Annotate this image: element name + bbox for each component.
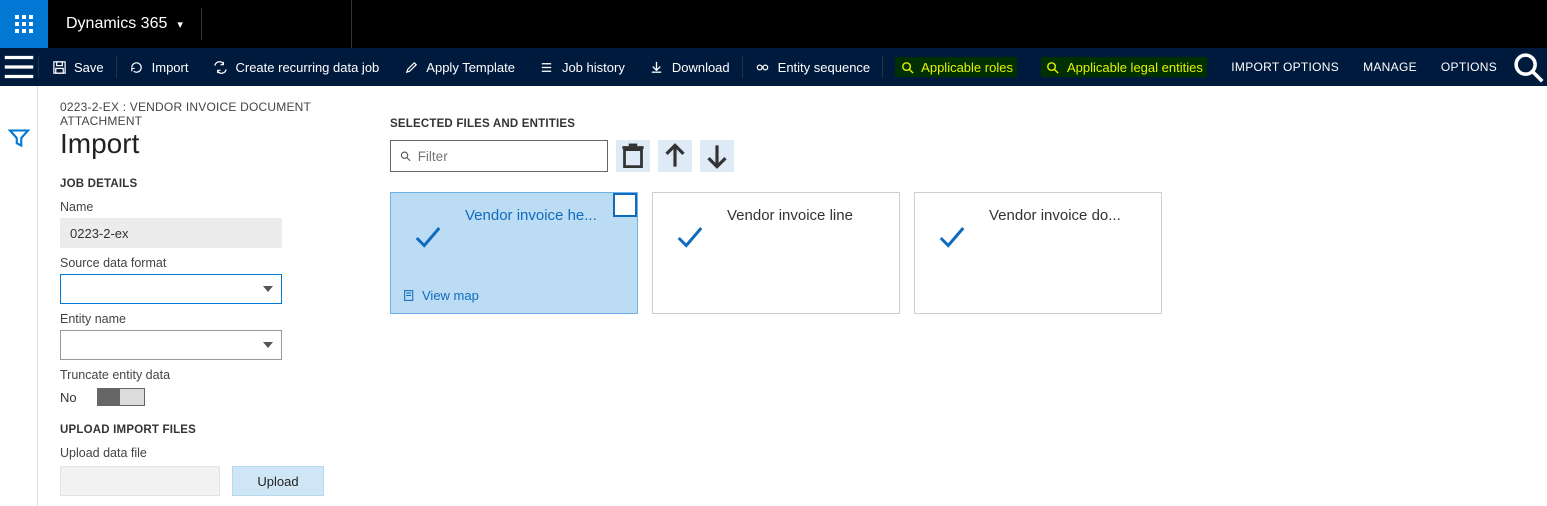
chevron-down-icon: ▾	[177, 18, 183, 31]
trash-icon	[616, 139, 650, 173]
check-icon	[933, 223, 971, 258]
truncate-value: No	[60, 390, 77, 405]
filter-input[interactable]	[418, 149, 599, 164]
selected-heading: SELECTED FILES AND ENTITIES	[390, 118, 1547, 130]
content-stage: 0223-2-EX : VENDOR INVOICE DOCUMENT ATTA…	[0, 86, 1547, 506]
upload-file-field[interactable]	[60, 466, 220, 496]
link-icon	[755, 59, 771, 75]
menu-icon[interactable]	[0, 48, 38, 86]
apply-template-label: Apply Template	[426, 60, 515, 75]
download-button[interactable]: Download	[637, 48, 742, 86]
entity-name-dropdown[interactable]	[60, 330, 282, 360]
app-launcher-icon[interactable]	[0, 0, 48, 48]
refresh-icon	[129, 59, 145, 75]
download-icon	[649, 59, 665, 75]
view-map-label: View map	[422, 288, 479, 303]
save-icon	[51, 59, 67, 75]
card-title: Vendor invoice do...	[989, 207, 1151, 224]
action-bar: Save Import Create recurring data job Ap…	[0, 48, 1547, 86]
main-area: 0223-2-EX : VENDOR INVOICE DOCUMENT ATTA…	[38, 86, 1547, 506]
filter-icon[interactable]	[7, 126, 31, 150]
applicable-roles-label: Applicable roles	[921, 60, 1013, 75]
map-icon	[403, 289, 416, 302]
download-label: Download	[672, 60, 730, 75]
brand-dropdown[interactable]: Dynamics 365 ▾	[48, 0, 201, 48]
truncate-label: Truncate entity data	[60, 368, 330, 382]
entity-card[interactable]: Vendor invoice he... View map	[390, 192, 638, 314]
check-icon	[671, 223, 709, 258]
arrow-down-icon	[700, 139, 734, 173]
applicable-roles-button[interactable]: Applicable roles	[883, 48, 1029, 86]
source-data-format-dropdown[interactable]	[60, 274, 282, 304]
breadcrumb: 0223-2-EX : VENDOR INVOICE DOCUMENT ATTA…	[60, 100, 330, 128]
filter-toolbar	[390, 140, 1547, 172]
job-details-heading: JOB DETAILS	[60, 178, 330, 190]
pencil-icon	[403, 59, 419, 75]
side-rail	[0, 86, 38, 506]
import-label: Import	[152, 60, 189, 75]
delete-button[interactable]	[616, 140, 650, 172]
options-menu[interactable]: OPTIONS	[1429, 48, 1509, 86]
entity-sequence-button[interactable]: Entity sequence	[743, 48, 883, 86]
search-icon	[899, 59, 915, 75]
list-icon	[539, 59, 555, 75]
left-column: 0223-2-EX : VENDOR INVOICE DOCUMENT ATTA…	[60, 100, 330, 506]
view-map-link[interactable]: View map	[403, 288, 479, 303]
upload-label: Upload data file	[60, 446, 330, 460]
page-title: Import	[60, 128, 330, 160]
card-title: Vendor invoice line	[727, 207, 889, 224]
arrow-up-icon	[658, 139, 692, 173]
upload-heading: UPLOAD IMPORT FILES	[60, 424, 330, 436]
header-spacer	[202, 0, 352, 48]
entity-cards: Vendor invoice he... View map Vendor inv…	[390, 192, 1547, 314]
recurring-icon	[212, 59, 228, 75]
filter-box[interactable]	[390, 140, 608, 172]
card-title: Vendor invoice he...	[465, 207, 627, 224]
applicable-legal-entities-button[interactable]: Applicable legal entities	[1029, 48, 1219, 86]
name-field[interactable]	[60, 218, 282, 248]
truncate-toggle[interactable]	[97, 388, 145, 406]
check-icon	[409, 223, 447, 258]
entity-card[interactable]: Vendor invoice do...	[914, 192, 1162, 314]
import-options-menu[interactable]: IMPORT OPTIONS	[1219, 48, 1351, 86]
global-header: Dynamics 365 ▾	[0, 0, 1547, 48]
entity-sequence-label: Entity sequence	[778, 60, 871, 75]
source-format-label: Source data format	[60, 256, 330, 270]
apply-template-button[interactable]: Apply Template	[391, 48, 527, 86]
save-label: Save	[74, 60, 104, 75]
brand-label: Dynamics 365	[66, 15, 167, 33]
name-label: Name	[60, 200, 330, 214]
entity-name-label: Entity name	[60, 312, 330, 326]
create-recurring-button[interactable]: Create recurring data job	[200, 48, 391, 86]
right-column: SELECTED FILES AND ENTITIES	[390, 100, 1547, 506]
move-up-button[interactable]	[658, 140, 692, 172]
save-button[interactable]: Save	[39, 48, 116, 86]
upload-button[interactable]: Upload	[232, 466, 324, 496]
search-icon	[399, 149, 412, 163]
search-icon	[1045, 59, 1061, 75]
applicable-entities-label: Applicable legal entities	[1067, 60, 1203, 75]
entity-card[interactable]: Vendor invoice line	[652, 192, 900, 314]
move-down-button[interactable]	[700, 140, 734, 172]
manage-menu[interactable]: MANAGE	[1351, 48, 1429, 86]
job-history-label: Job history	[562, 60, 625, 75]
job-history-button[interactable]: Job history	[527, 48, 637, 86]
import-button[interactable]: Import	[117, 48, 201, 86]
recurring-label: Create recurring data job	[235, 60, 379, 75]
search-button[interactable]	[1509, 48, 1547, 86]
